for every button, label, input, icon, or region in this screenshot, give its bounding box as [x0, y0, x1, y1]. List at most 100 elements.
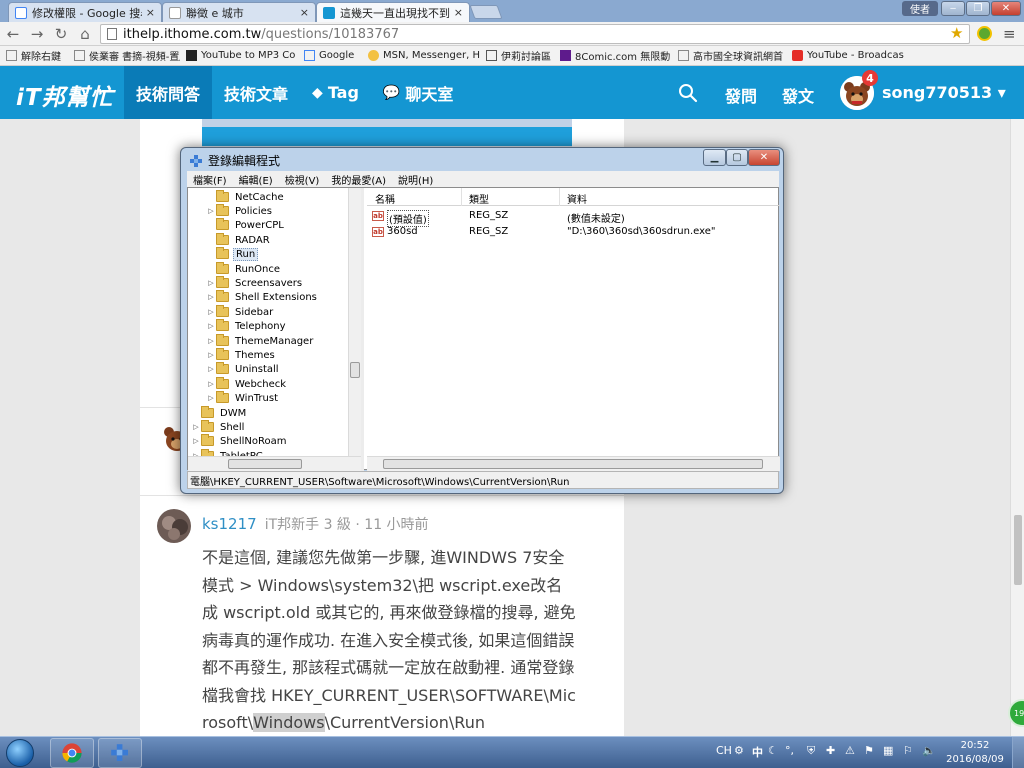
close-tab-icon[interactable]: ×: [454, 6, 463, 19]
tree-key-runonce[interactable]: RunOnce: [188, 262, 348, 276]
forward-arrow-icon[interactable]: →: [28, 25, 46, 43]
close-tab-icon[interactable]: ×: [300, 6, 309, 19]
taskbar-chrome[interactable]: [50, 738, 94, 768]
expand-arrow-icon[interactable]: ▷: [206, 337, 216, 345]
bookmark-item[interactable]: 高市國全球資訊網首: [678, 48, 786, 63]
close-tab-icon[interactable]: ×: [146, 6, 155, 19]
expand-arrow-icon[interactable]: ▷: [206, 308, 216, 316]
nav-articles[interactable]: 技術文章: [212, 66, 300, 119]
nav-qa[interactable]: 技術問答: [124, 66, 213, 119]
tree-key-policies[interactable]: ▷ Policies: [188, 204, 348, 218]
tree-key-dwm[interactable]: DWM: [188, 406, 348, 420]
tree-key-shell-extensions[interactable]: ▷ Shell Extensions: [188, 290, 348, 304]
expand-arrow-icon[interactable]: ▷: [191, 423, 201, 431]
tree-key-themes[interactable]: ▷ Themes: [188, 348, 348, 362]
tree-vertical-scrollbar[interactable]: [348, 188, 361, 456]
network-icon[interactable]: ▦: [883, 744, 893, 757]
tree-key-uninstall[interactable]: ▷ Uninstall: [188, 362, 348, 376]
tree-key-radar[interactable]: RADAR: [188, 233, 348, 247]
column-type[interactable]: 類型: [469, 191, 489, 206]
values-horizontal-scrollbar[interactable]: [367, 456, 780, 471]
tree-key-sidebar[interactable]: ▷ Sidebar: [188, 305, 348, 319]
taskbar-regedit[interactable]: [98, 738, 142, 768]
close-button[interactable]: ✕: [991, 1, 1021, 16]
tab-google-search[interactable]: 修改權限 - Google 搜尋 ×: [8, 2, 162, 22]
answer-author-name[interactable]: ks1217: [202, 515, 257, 533]
bookmark-item[interactable]: MSN, Messenger, Ho: [368, 50, 480, 61]
expand-arrow-icon[interactable]: ▷: [206, 365, 216, 373]
system-clock[interactable]: 20:52 2016/08/09: [944, 739, 1006, 767]
expand-arrow-icon[interactable]: ▷: [191, 437, 201, 445]
value-row-360sd[interactable]: ab 360sd REG_SZ "D:\360\360sd\360sdrun.e…: [367, 225, 780, 240]
extension-icon[interactable]: [977, 26, 992, 41]
bookmark-item[interactable]: YouTube to MP3 Co: [186, 50, 298, 61]
ime-mode[interactable]: 中: [752, 744, 763, 760]
regedit-close-button[interactable]: ✕: [748, 149, 780, 166]
volume-icon[interactable]: 🔈: [922, 744, 936, 757]
column-name[interactable]: 名稱: [375, 191, 395, 206]
value-row-default[interactable]: ab (預設值) REG_SZ (數值未設定): [367, 209, 780, 227]
menu-help[interactable]: 說明(H): [392, 172, 439, 187]
tree-key-netcache[interactable]: NetCache: [188, 190, 348, 204]
column-divider[interactable]: [461, 188, 462, 206]
regedit-maximize-button[interactable]: ▢: [726, 149, 748, 166]
bookmark-item[interactable]: YouTube - Broadcas: [792, 50, 904, 61]
new-tab-button[interactable]: [469, 5, 503, 19]
tab-ithelp-question[interactable]: 這幾天一直出現找不到sc ×: [316, 2, 470, 22]
bookmark-item[interactable]: 伊莉討論區: [486, 48, 554, 63]
profile-button[interactable]: 使者: [902, 1, 938, 16]
menu-edit[interactable]: 編輯(E): [233, 172, 279, 187]
menu-icon[interactable]: ≡: [1003, 25, 1016, 43]
column-divider[interactable]: [559, 188, 560, 206]
site-logo[interactable]: iT邦幫忙: [16, 78, 114, 112]
shield-icon[interactable]: ⛨: [807, 744, 815, 758]
expand-arrow-icon[interactable]: ▷: [206, 293, 216, 301]
tab-ecity[interactable]: 聯徵 e 城市 ×: [162, 2, 316, 22]
ask-question-link[interactable]: 發問: [725, 83, 757, 107]
360-security-icon[interactable]: ✚: [826, 744, 835, 757]
bookmark-item[interactable]: 侯業審 書摘-視頻-置/: [74, 48, 180, 63]
tree-key-webcheck[interactable]: ▷ Webcheck: [188, 377, 348, 391]
expand-arrow-icon[interactable]: ▷: [206, 279, 216, 287]
expand-arrow-icon[interactable]: ▷: [206, 394, 216, 402]
tree-scrollbar-thumb[interactable]: [350, 362, 360, 378]
tree-key-shellnoroam[interactable]: ▷ ShellNoRoam: [188, 434, 348, 448]
regedit-title-bar[interactable]: 登錄編輯程式: [189, 152, 280, 169]
tree-key-screensavers[interactable]: ▷ Screensavers: [188, 276, 348, 290]
answer-author-avatar[interactable]: [157, 509, 191, 543]
post-article-link[interactable]: 發文: [782, 83, 814, 107]
back-arrow-icon[interactable]: ←: [4, 25, 22, 43]
expand-arrow-icon[interactable]: ▷: [206, 351, 216, 359]
ime-dot-icon[interactable]: °,: [785, 744, 794, 757]
bookmark-item[interactable]: 8Comic.com 無限動: [560, 48, 672, 63]
action-center-icon[interactable]: ⚐: [903, 744, 913, 757]
ime-settings-icon[interactable]: ⚙: [734, 744, 744, 757]
menu-file[interactable]: 檔案(F): [187, 172, 233, 187]
acrobat-icon[interactable]: ⚠: [845, 744, 855, 757]
search-icon[interactable]: [678, 83, 698, 103]
notification-badge[interactable]: 4: [862, 70, 878, 86]
user-menu[interactable]: song770513 ▾: [882, 83, 1006, 102]
column-data[interactable]: 資料: [567, 191, 587, 206]
home-icon[interactable]: ⌂: [76, 25, 94, 43]
address-bar[interactable]: ithelp.ithome.com.tw /questions/10183767: [100, 24, 970, 44]
tree-key-thememanager[interactable]: ▷ ThemeManager: [188, 334, 348, 348]
tree-key-telephony[interactable]: ▷ Telephony: [188, 319, 348, 333]
reload-icon[interactable]: ↻: [52, 25, 70, 43]
tree-key-run[interactable]: Run: [188, 247, 348, 261]
nav-tag[interactable]: ◆ Tag: [300, 66, 371, 119]
start-button[interactable]: [6, 739, 34, 767]
expand-arrow-icon[interactable]: ▷: [206, 380, 216, 388]
ime-language[interactable]: CH: [716, 744, 732, 757]
tree-horizontal-scrollbar[interactable]: [188, 456, 361, 471]
restore-button[interactable]: ❐: [966, 1, 990, 16]
flag-icon[interactable]: ⚑: [864, 744, 874, 757]
tree-key-wintrust[interactable]: ▷ WinTrust: [188, 391, 348, 405]
expand-arrow-icon[interactable]: ▷: [206, 207, 216, 215]
bookmark-item[interactable]: Google: [304, 50, 362, 61]
menu-view[interactable]: 檢視(V): [279, 172, 326, 187]
minimize-button[interactable]: ‒: [941, 1, 965, 16]
tree-key-powercpl[interactable]: PowerCPL: [188, 218, 348, 232]
page-scrollbar[interactable]: [1010, 119, 1024, 736]
menu-favorites[interactable]: 我的最愛(A): [325, 172, 392, 187]
